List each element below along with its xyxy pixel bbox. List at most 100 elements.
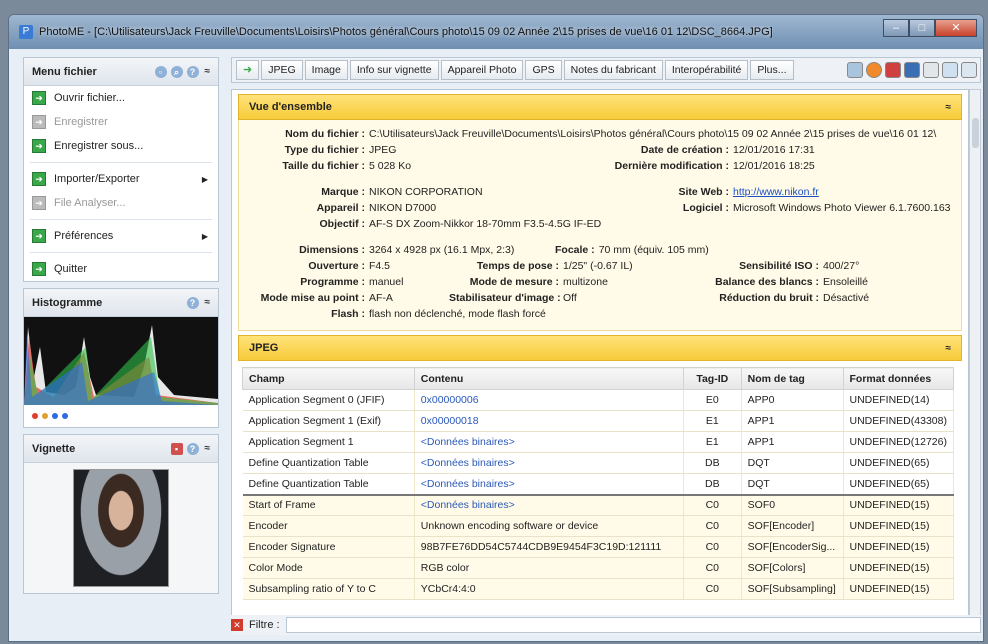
options-icon[interactable]: ▫ [154, 65, 167, 78]
column-header[interactable]: Format données [842, 367, 955, 390]
histogram-title: Histogramme [32, 296, 103, 309]
table-row[interactable]: Color Mode RGB color C0 SOF[Colors] UNDEFINE… [242, 557, 955, 579]
column-header[interactable]: Champ [242, 367, 415, 390]
file-menu-header[interactable]: Menu fichier ▫ ⌕ ? ≈ [24, 58, 218, 86]
jpeg-header[interactable]: JPEG ≈ [238, 335, 962, 361]
table-row[interactable]: Define Quantization Table <Données binair… [242, 473, 955, 495]
column-header[interactable]: Contenu [413, 367, 684, 390]
color-icon[interactable] [866, 62, 882, 78]
close-button[interactable]: ✕ [935, 19, 977, 37]
overview-header[interactable]: Vue d'ensemble ≈ [238, 94, 962, 120]
collapse-icon[interactable]: ≈ [205, 66, 211, 77]
website-link[interactable]: http://www.nikon.fr [733, 186, 819, 198]
histogram-panel: Histogramme ? ≈ [23, 288, 219, 428]
arrow-icon: ➜ [32, 262, 46, 276]
export-icon[interactable] [942, 62, 958, 78]
app-window: P PhotoME - [C:\Utilisateurs\Jack Freuvi… [8, 14, 984, 642]
left-sidebar: Menu fichier ▫ ⌕ ? ≈ ➜ Ouvrir fichier... … [23, 57, 219, 635]
jpeg-table: Champ Contenu Tag-ID Nom de tag Format d… [242, 367, 955, 600]
divider [30, 252, 212, 253]
menu-save: ➜ Enregistrer [24, 110, 218, 134]
settings-icon[interactable] [847, 62, 863, 78]
divider [30, 219, 212, 220]
filter-bar: ✕ Filtre : [231, 615, 981, 635]
tab-toolbar: ➜ JPEG Image Info sur vignette Appareil … [231, 57, 981, 83]
menu-preferences[interactable]: ➜ Préférences ▶ [24, 224, 218, 248]
histogram-graph [24, 317, 218, 405]
divider [30, 162, 212, 163]
search-icon[interactable]: ⌕ [170, 65, 183, 78]
arrow-icon: ➜ [32, 115, 46, 129]
save-icon[interactable] [904, 62, 920, 78]
window-title: PhotoME - [C:\Utilisateurs\Jack Freuvill… [39, 26, 773, 38]
column-header[interactable]: Tag-ID [682, 367, 742, 390]
collapse-icon[interactable]: ≈ [946, 102, 952, 113]
tab-more[interactable]: Plus... [750, 60, 794, 80]
tab-interoperability[interactable]: Interopérabilité [664, 60, 749, 80]
help-icon[interactable]: ? [186, 442, 199, 455]
blue-channel-icon[interactable] [52, 413, 58, 419]
arrow-icon: ➜ [32, 229, 46, 243]
table-row[interactable]: Start of Frame <Données binaires> C0 SOF0 UN… [242, 493, 955, 516]
tab-maker-notes[interactable]: Notes du fabricant [563, 60, 663, 80]
collapse-icon[interactable]: ≈ [205, 297, 211, 308]
scrollbar-thumb[interactable] [972, 118, 979, 148]
arrow-icon: ➜ [32, 139, 46, 153]
thumbnail-header[interactable]: Vignette ▪ ? ≈ [24, 435, 218, 463]
file-menu-panel: Menu fichier ▫ ⌕ ? ≈ ➜ Ouvrir fichier... … [23, 57, 219, 282]
table-row[interactable]: Application Segment 1 <Données binaires> E… [242, 431, 955, 453]
table-row[interactable]: Application Segment 0 (JFIF) 0x00000006 E0… [242, 389, 955, 411]
filter-input[interactable] [285, 617, 981, 633]
column-header[interactable]: Nom de tag [740, 367, 844, 390]
menu-open-file[interactable]: ➜ Ouvrir fichier... [24, 86, 218, 110]
app-icon: P [19, 25, 33, 39]
filter-label: Filtre : [249, 619, 280, 631]
submenu-arrow-icon: ▶ [201, 231, 208, 241]
thumbnail-image [73, 469, 169, 587]
help-icon[interactable]: ? [186, 296, 199, 309]
table-row[interactable]: Application Segment 1 (Exif) 0x00000018 E1… [242, 410, 955, 432]
file-menu-title: Menu fichier [32, 65, 97, 78]
rgb-channel-icon[interactable] [62, 413, 68, 419]
menu-save-as[interactable]: ➜ Enregistrer sous... [24, 134, 218, 158]
filename-value: C:\Utilisateurs\Jack Freuville\Documents… [369, 128, 937, 140]
arrow-icon: ➜ [32, 172, 46, 186]
table-row[interactable]: Encoder Signature 98B7FE76DD54C5744CDB9E9… [242, 536, 955, 558]
histogram-svg [24, 317, 218, 405]
clear-filter-icon[interactable]: ✕ [231, 619, 243, 631]
histogram-header[interactable]: Histogramme ? ≈ [24, 289, 218, 317]
arrow-icon: ➜ [32, 91, 46, 105]
main-area: ➜ JPEG Image Info sur vignette Appareil … [231, 57, 981, 635]
luminance-channel-icon[interactable] [42, 413, 48, 419]
maximize-button[interactable]: □ [909, 19, 935, 37]
collapse-icon[interactable]: ≈ [205, 443, 211, 454]
thumbnail-options-icon[interactable]: ▪ [170, 442, 183, 455]
overview-body: Nom du fichier : C:\Utilisateurs\Jack Fre… [238, 120, 962, 331]
tab-jpeg[interactable]: JPEG [261, 60, 303, 80]
vertical-scrollbar[interactable] [969, 89, 981, 623]
menu-file-analyser: ➜ File Analyser... [24, 191, 218, 215]
tab-gps[interactable]: GPS [525, 60, 562, 80]
tab-image[interactable]: Image [304, 60, 348, 80]
go-forward-icon[interactable]: ➜ [236, 60, 260, 80]
map-icon[interactable] [923, 62, 939, 78]
arrow-icon: ➜ [32, 196, 46, 210]
help-icon[interactable]: ? [186, 65, 199, 78]
thumbnail-title: Vignette [32, 442, 76, 455]
submenu-arrow-icon: ▶ [201, 174, 208, 184]
layout-icon[interactable] [961, 62, 977, 78]
table-row[interactable]: Define Quantization Table <Données binair… [242, 452, 955, 474]
tab-thumbnail-info[interactable]: Info sur vignette [349, 60, 439, 80]
collapse-icon[interactable]: ≈ [946, 343, 952, 354]
title-bar[interactable]: P PhotoME - [C:\Utilisateurs\Jack Freuvi… [9, 15, 983, 49]
menu-import-export[interactable]: ➜ Importer/Exporter ▶ [24, 167, 218, 191]
thumbnail-panel: Vignette ▪ ? ≈ [23, 434, 219, 594]
minimize-button[interactable]: – [883, 19, 909, 37]
details-pane[interactable]: Vue d'ensemble ≈ Nom du fichier : C:\Utili… [231, 89, 969, 623]
table-row[interactable]: Subsampling ratio of Y to C YCbCr4:4:0 C0 S… [242, 578, 955, 600]
tab-camera[interactable]: Appareil Photo [440, 60, 524, 80]
red-channel-icon[interactable] [32, 413, 38, 419]
table-row[interactable]: Encoder Unknown encoding software or devi… [242, 515, 955, 537]
menu-quit[interactable]: ➜ Quitter [24, 257, 218, 281]
pdf-icon[interactable] [885, 62, 901, 78]
